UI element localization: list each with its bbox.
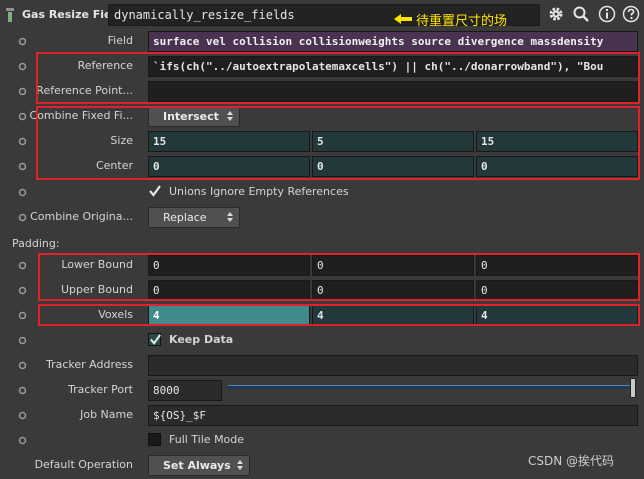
default-operation-label: Default Operation [34,458,133,471]
pin-icon[interactable] [17,435,28,446]
param-row-tracker-port: Tracker Port 8000 [0,378,644,403]
help-icon[interactable] [622,5,640,23]
highlight-box-voxels [38,304,640,326]
pin-icon[interactable] [17,36,28,47]
highlight-box-bounds [38,253,640,301]
highlight-box-reference [36,52,640,104]
pin-icon[interactable] [17,385,28,396]
info-icon[interactable] [598,5,616,23]
updown-arrow-icon [237,460,243,470]
tracker-address-input[interactable] [148,355,638,376]
pin-icon[interactable] [17,360,28,371]
param-row-field: Field surface vel collision collisionwei… [0,29,644,54]
arrow-left-icon [394,14,412,24]
keep-data-checkbox[interactable] [148,333,161,346]
pin-icon[interactable] [17,310,28,321]
job-name-label: Job Name [80,408,133,421]
annotation-text: 待重置尺寸的场 [416,14,508,29]
node-header: Gas Resize Field dynamically_resize_fiel… [0,0,644,30]
default-operation-value: Set Always [163,459,231,472]
param-row-combine-original: Combine Origina... Replace [0,205,644,230]
watermark: CSDN @挨代码 [528,454,615,468]
tracker-port-label: Tracker Port [68,383,133,396]
pin-icon[interactable] [17,187,28,198]
tracker-port-input[interactable]: 8000 [148,380,222,401]
pin-icon[interactable] [17,335,28,346]
unions-ignore-checkbox[interactable] [148,185,161,198]
unions-ignore-label: Unions Ignore Empty References [169,185,349,198]
param-row-tracker-address: Tracker Address [0,353,644,378]
field-label: Field [107,34,133,47]
highlight-box-fixed [36,106,640,180]
gear-icon[interactable] [547,5,565,23]
search-icon[interactable] [572,5,590,23]
pin-icon[interactable] [17,111,28,122]
padding-section-label: Padding: [12,237,60,250]
job-name-input[interactable]: ${OS}_$F [148,405,638,426]
field-input[interactable]: surface vel collision collisionweights s… [148,31,638,52]
pin-icon[interactable] [17,260,28,271]
pin-icon[interactable] [17,161,28,172]
checkmark-icon [150,334,161,345]
pin-icon[interactable] [17,86,28,97]
param-row-unions-ignore: Unions Ignore Empty References [0,180,644,205]
param-row-keep-data: Keep Data [0,328,644,353]
keep-data-label: Keep Data [169,333,234,346]
node-type-icon [6,8,14,22]
annotation: 待重置尺寸的场 [392,10,522,30]
pin-icon[interactable] [17,61,28,72]
combine-original-label: Combine Origina... [30,210,133,223]
param-row-job-name: Job Name ${OS}_$F [0,403,644,428]
pin-icon[interactable] [17,410,28,421]
full-tile-mode-checkbox[interactable] [148,433,161,446]
full-tile-mode-label: Full Tile Mode [169,433,245,446]
default-operation-menu[interactable]: Set Always [148,455,250,476]
updown-arrow-icon [227,212,233,222]
tracker-port-slider-handle[interactable] [630,378,636,398]
tracker-address-label: Tracker Address [46,358,133,371]
tracker-port-slider[interactable] [228,385,634,389]
combine-original-value: Replace [163,211,207,224]
combine-original-menu[interactable]: Replace [148,207,240,228]
pin-icon[interactable] [17,212,28,223]
pin-icon[interactable] [17,136,28,147]
param-row-full-tile-mode: Full Tile Mode [0,428,644,453]
pin-icon[interactable] [17,285,28,296]
checkmark-icon [149,185,161,197]
